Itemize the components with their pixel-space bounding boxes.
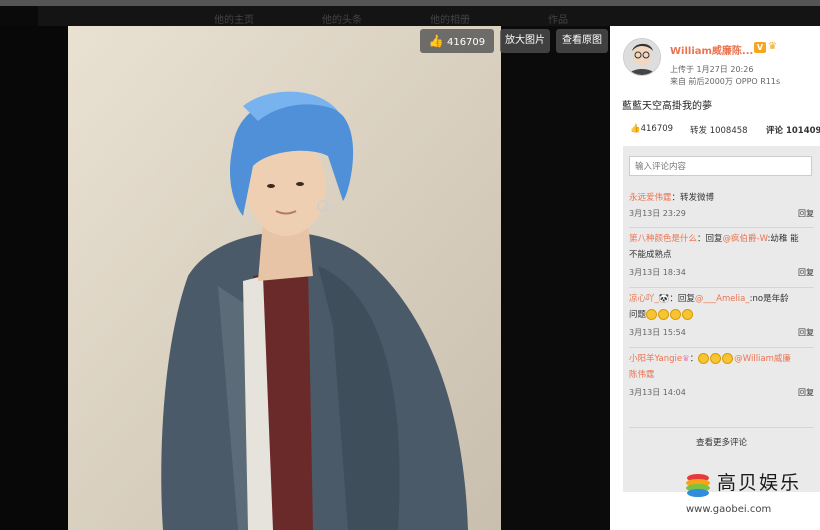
comment-user[interactable]: 凉心吖_ xyxy=(629,294,659,304)
comment-reply-button[interactable]: 回复 xyxy=(798,387,814,398)
comment-text: :no是年龄 xyxy=(749,294,789,304)
comment-mention[interactable]: @疯伯爵-W xyxy=(723,234,768,244)
thumbs-up-icon: 👍 xyxy=(630,124,641,134)
comment-body-line2[interactable]: 陈伟霆 xyxy=(629,369,655,381)
post-text: 藍藍天空高掛我的夢 xyxy=(622,101,712,112)
viewer-backdrop-left xyxy=(0,26,68,530)
nav-tab-works[interactable]: 作品 xyxy=(548,11,568,26)
comment-text: ：转发微博 xyxy=(671,193,715,203)
comment-reply-button[interactable]: 回复 xyxy=(798,327,814,338)
view-original-button[interactable]: 查看原图 xyxy=(556,29,608,53)
repost-stat[interactable]: 转发 1008458 xyxy=(690,124,748,136)
comment-reply-button[interactable]: 回复 xyxy=(798,208,814,219)
comment-input[interactable]: 输入评论内容 xyxy=(629,156,812,176)
comment-date: 3月13日 14:04 xyxy=(629,388,686,397)
profile-nav-bar: 他的主页 他的头条 他的相册 作品 xyxy=(38,6,820,26)
nav-tab-album[interactable]: 他的相册 xyxy=(430,11,470,26)
poster-username[interactable]: William威廉陈... xyxy=(670,42,753,57)
verified-badge-icon: V xyxy=(754,42,766,53)
like-count: 416709 xyxy=(446,37,486,48)
comment-item: 第八种颜色是什么：回复@疯伯爵-W:幼稚 能 不能成熟点 3月13日 18:34… xyxy=(629,233,814,285)
comment-body: 小阳羊Yangie♛： @William威廉 xyxy=(629,353,791,364)
comment-mention[interactable]: @William威廉 xyxy=(734,354,791,364)
comment-text: ：回复 xyxy=(697,234,723,244)
watermark-brand: 高贝娱乐 xyxy=(717,472,802,494)
comment-item: 永远爱伟霆：转发微博 3月13日 23:29 回复 xyxy=(629,192,814,232)
comment-reply-button[interactable]: 回复 xyxy=(798,267,814,278)
surprised-emoji-icon xyxy=(698,353,710,364)
comment-divider xyxy=(629,427,814,428)
comment-section: 输入评论内容 永远爱伟霆：转发微博 3月13日 23:29 回复 第八种颜色是什… xyxy=(623,146,820,492)
comment-user[interactable]: 小阳羊Yangie xyxy=(629,354,682,364)
comment-item: 凉心吖_🐼：回复@___Amelia_:no是年龄 问题 3月13日 15:54… xyxy=(629,293,814,345)
post-source: 来自 前后2000万 OPPO R11s xyxy=(670,77,781,86)
comment-date: 3月13日 15:54 xyxy=(629,328,686,337)
viewer-backdrop-right xyxy=(501,26,610,530)
vip-crown-icon: ♛ xyxy=(768,41,777,52)
panda-emoji-icon: 🐼 xyxy=(658,294,670,304)
surprised-emoji-icon xyxy=(710,353,722,364)
surprised-emoji-icon xyxy=(722,353,734,364)
laugh-emoji-icon xyxy=(682,309,694,320)
more-comments-link[interactable]: 查看更多评论 xyxy=(623,436,820,448)
comment-body: 永远爱伟霆：转发微博 xyxy=(629,192,714,204)
thumbs-up-icon: 👍 xyxy=(428,34,444,48)
comment-body: 第八种颜色是什么：回复@疯伯爵-W:幼稚 能 xyxy=(629,233,799,245)
nav-tab-home[interactable]: 他的主页 xyxy=(214,11,254,26)
like-photo-button[interactable]: 👍 416709 xyxy=(420,29,494,53)
comment-date: 3月13日 18:34 xyxy=(629,268,686,277)
post-photo[interactable] xyxy=(68,26,501,530)
portrait-illustration xyxy=(68,26,501,530)
watermark-url: www.gaobei.com xyxy=(686,504,772,515)
like-stat-count: 416709 xyxy=(640,124,674,134)
laugh-emoji-icon xyxy=(658,309,670,320)
comment-divider xyxy=(629,347,814,348)
avatar-image xyxy=(624,39,660,75)
comment-divider xyxy=(629,227,814,228)
comment-stat[interactable]: 评论 101409 xyxy=(766,124,820,136)
comment-body-line2: 不能成熟点 xyxy=(629,250,672,260)
watermark-logo-icon xyxy=(686,474,710,497)
like-stat[interactable]: 👍416709 xyxy=(630,124,673,134)
comment-mention[interactable]: @___Amelia_ xyxy=(695,294,750,304)
crown-emoji-icon: ♛ xyxy=(682,354,690,364)
comment-body: 凉心吖_🐼：回复@___Amelia_:no是年龄 xyxy=(629,293,789,305)
comment-item: 小阳羊Yangie♛： @William威廉 陈伟霆 3月13日 14:04 回复 xyxy=(629,353,814,405)
comment-text: ：回复 xyxy=(669,294,695,304)
post-stats-bar: 👍416709 转发 1008458 评论 101409 xyxy=(610,120,820,140)
comment-date: 3月13日 23:29 xyxy=(629,209,686,218)
zoom-image-button[interactable]: 放大图片 xyxy=(500,29,550,53)
comment-text: 问题 xyxy=(629,310,647,320)
nav-tab-headlines[interactable]: 他的头条 xyxy=(322,11,362,26)
comment-text: :幼稚 能 xyxy=(767,234,799,244)
post-detail-panel: William威廉陈... V ♛ 上传于 1月27日 20:26 来自 前后2… xyxy=(610,26,820,530)
avatar[interactable] xyxy=(623,38,661,76)
comment-body-line2: 问题 xyxy=(629,309,694,321)
comment-user[interactable]: 永远爱伟霆 xyxy=(629,193,672,203)
laugh-emoji-icon xyxy=(646,309,658,320)
comment-divider xyxy=(629,287,814,288)
comment-user[interactable]: 第八种颜色是什么 xyxy=(629,234,697,244)
laugh-emoji-icon xyxy=(670,309,682,320)
upload-time: 上传于 1月27日 20:26 xyxy=(670,65,754,74)
